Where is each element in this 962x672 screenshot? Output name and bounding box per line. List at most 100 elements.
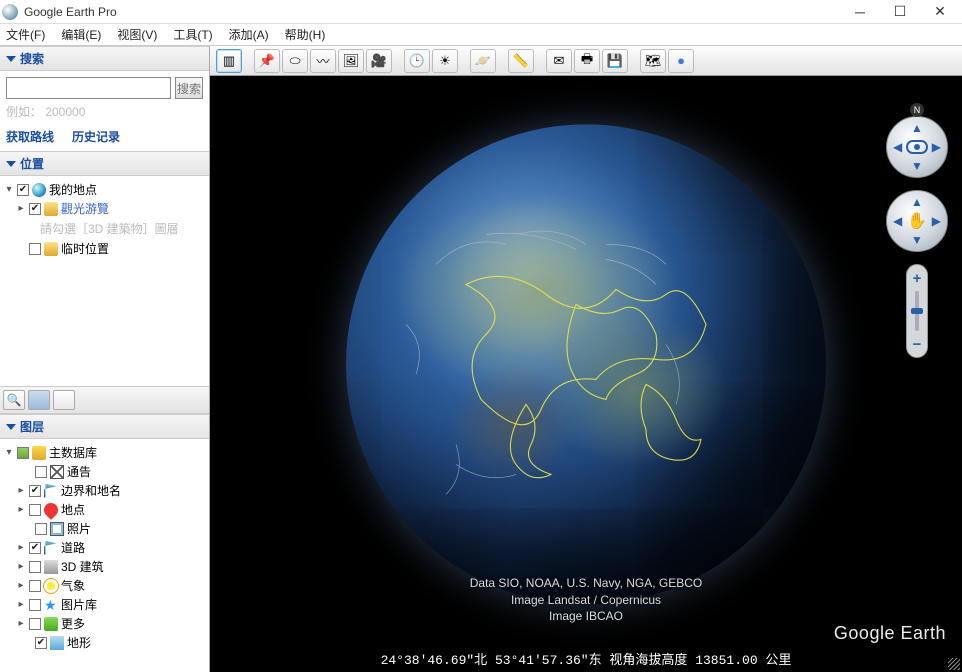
attribution-line: Image Landsat / Copernicus [470,592,703,608]
earth-globe[interactable] [346,124,826,604]
checkbox[interactable] [29,243,41,255]
checkbox[interactable] [35,466,47,478]
layer-item[interactable]: 更多 [61,615,85,632]
status-bar: 24°38'46.69"北 53°41'57.36"东 视角海拔高度 13851… [381,649,792,668]
temp-places-item[interactable]: 临时位置 [61,240,109,257]
database-icon [32,446,46,460]
ruler-button[interactable]: 📏 [508,49,534,73]
zoom-slider[interactable]: + − [906,264,928,358]
resize-grip[interactable] [948,658,960,670]
search-input[interactable] [6,77,171,99]
placemark-button[interactable]: 📌 [254,49,280,73]
arrow-right-icon[interactable]: ▶ [932,214,941,228]
layers-tree: ▾主数据库 通告 ▸边界和地名 ▸地点 照片 ▸道路 ▸3D 建筑 ▸气象 ▸★… [0,439,209,672]
expand-icon[interactable]: ▸ [16,580,26,591]
expand-icon[interactable]: ▸ [16,618,26,629]
pan-control[interactable]: ▲ ▼ ◀ ▶ ✋ [886,190,948,252]
panel-button-2[interactable] [53,390,75,410]
window-title: Google Earth Pro [24,5,840,19]
expand-icon[interactable]: ▸ [16,485,26,496]
history-button[interactable]: 🕒 [404,49,430,73]
layer-item[interactable]: 3D 建筑 [61,558,104,575]
view-maps-button[interactable]: 🗺 [640,49,666,73]
expand-icon[interactable]: ▸ [16,203,26,214]
path-button[interactable]: 〰 [310,49,336,73]
menu-add[interactable]: 添加(A) [229,26,269,43]
terrain-icon [50,636,64,650]
my-places-item[interactable]: 我的地点 [49,181,97,198]
menu-edit[interactable]: 编辑(E) [61,26,101,43]
places-header-label: 位置 [20,155,44,172]
search-places-button[interactable]: 🔍 [3,390,25,410]
expand-icon[interactable]: ▾ [4,447,14,458]
arrow-right-icon[interactable]: ▶ [932,140,941,154]
layer-item[interactable]: 通告 [67,463,91,480]
search-panel-header[interactable]: 搜索 [0,46,209,71]
look-compass[interactable]: N ▲ ▼ ◀ ▶ [886,116,948,178]
layer-item[interactable]: 边界和地名 [61,482,121,499]
checkbox[interactable] [17,447,29,459]
checkbox[interactable] [29,561,41,573]
checkbox[interactable] [29,485,41,497]
checkbox[interactable] [29,203,41,215]
zoom-track[interactable] [915,291,919,331]
checkbox[interactable] [17,184,29,196]
menu-tools[interactable]: 工具(T) [173,26,212,43]
layer-item[interactable]: 照片 [67,520,91,537]
checkbox[interactable] [29,580,41,592]
search-header-label: 搜索 [20,50,44,67]
checkbox[interactable] [35,637,47,649]
layers-panel-header[interactable]: 图层 [0,414,209,439]
arrow-up-icon[interactable]: ▲ [911,195,923,209]
map-viewer[interactable]: ▥ 📌 ⬭ 〰 🖼 🎥 🕒 ☀ 🪐 📏 ✉ 🖶 💾 🗺 ● [210,46,962,672]
arrow-left-icon[interactable]: ◀ [893,214,902,228]
record-tour-button[interactable]: 🎥 [366,49,392,73]
email-button[interactable]: ✉ [546,49,572,73]
save-image-button[interactable]: 💾 [602,49,628,73]
sidebar-toggle-button[interactable]: ▥ [216,49,242,73]
arrow-up-icon[interactable]: ▲ [911,121,923,135]
checkbox[interactable] [29,599,41,611]
checkbox[interactable] [29,504,41,516]
places-panel-header[interactable]: 位置 [0,151,209,176]
primary-db-item[interactable]: 主数据库 [49,444,97,461]
image-overlay-button[interactable]: 🖼 [338,49,364,73]
north-indicator[interactable]: N [910,103,924,117]
sphere-button[interactable]: ● [668,49,694,73]
minimize-button[interactable]: ─ [840,0,880,24]
layer-item[interactable]: 地点 [61,501,85,518]
search-button[interactable]: 搜索 [175,77,203,99]
arrow-left-icon[interactable]: ◀ [893,140,902,154]
expand-icon[interactable]: ▸ [16,561,26,572]
layer-item[interactable]: 气象 [61,577,85,594]
layer-item[interactable]: 道路 [61,539,85,556]
country-borders [346,124,826,604]
expand-icon[interactable]: ▸ [16,504,26,515]
print-button[interactable]: 🖶 [574,49,600,73]
panel-button-1[interactable] [28,390,50,410]
menu-view[interactable]: 视图(V) [117,26,157,43]
expand-icon[interactable]: ▸ [16,542,26,553]
expand-icon[interactable]: ▸ [16,599,26,610]
menu-help[interactable]: 帮助(H) [285,26,326,43]
close-button[interactable]: ✕ [920,0,960,24]
checkbox[interactable] [29,618,41,630]
arrow-down-icon[interactable]: ▼ [911,159,923,173]
zoom-in-button[interactable]: + [908,269,926,287]
get-directions-link[interactable]: 获取路线 [6,128,54,145]
expand-icon[interactable]: ▾ [4,184,14,195]
sunlight-button[interactable]: ☀ [432,49,458,73]
layer-item[interactable]: 图片库 [61,596,97,613]
planet-button[interactable]: 🪐 [470,49,496,73]
zoom-out-button[interactable]: − [908,335,926,353]
menu-file[interactable]: 文件(F) [6,26,45,43]
polygon-button[interactable]: ⬭ [282,49,308,73]
checkbox[interactable] [29,542,41,554]
sightseeing-item[interactable]: 觀光游覽 [61,200,109,217]
history-link[interactable]: 历史记录 [72,128,120,145]
layer-item[interactable]: 地形 [67,634,91,651]
arrow-down-icon[interactable]: ▼ [911,233,923,247]
checkbox[interactable] [35,523,47,535]
maximize-button[interactable]: ☐ [880,0,920,24]
flag-icon [44,484,58,498]
